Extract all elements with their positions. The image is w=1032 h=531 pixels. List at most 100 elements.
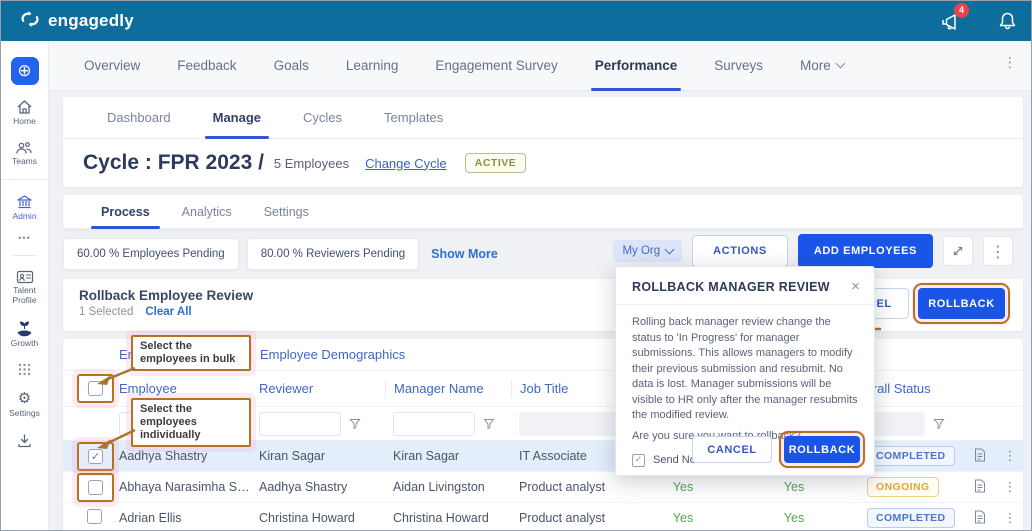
table-row[interactable]: Abhaya Narasimha Shastr... Aadhya Shastr… bbox=[63, 472, 1023, 503]
send-notification-checkbox[interactable]: ✓ bbox=[632, 454, 645, 467]
nav-learning[interactable]: Learning bbox=[346, 41, 399, 91]
page-title: Cycle : FPR 2023 / bbox=[83, 151, 264, 175]
nav-performance[interactable]: Performance bbox=[595, 41, 678, 91]
annotation-arrow bbox=[93, 427, 137, 451]
sidebar-divider bbox=[1, 179, 49, 180]
cycle-status-badge: ACTIVE bbox=[465, 153, 527, 173]
actions-button[interactable]: ACTIONS bbox=[692, 235, 788, 267]
rollback-bar-rollback-button[interactable]: ROLLBACK bbox=[918, 288, 1005, 319]
tab-manage[interactable]: Manage bbox=[213, 97, 261, 139]
performance-header-card: Dashboard Manage Cycles Templates Cycle … bbox=[63, 97, 1023, 187]
column-header-manager-name[interactable]: Manager Name bbox=[385, 380, 511, 398]
change-cycle-link[interactable]: Change Cycle bbox=[365, 156, 447, 171]
tab-cycles[interactable]: Cycles bbox=[303, 97, 342, 139]
employee-count: 5 Employees bbox=[274, 156, 349, 171]
add-employees-button[interactable]: ADD EMPLOYEES bbox=[798, 234, 933, 268]
filter-funnel-icon[interactable] bbox=[933, 418, 945, 430]
status-badge: COMPLETED bbox=[867, 446, 955, 466]
sidebar-apps-grid-button[interactable] bbox=[18, 363, 31, 376]
create-button[interactable]: ⊕ bbox=[11, 57, 39, 85]
download-icon bbox=[17, 433, 32, 448]
nav-more[interactable]: More bbox=[800, 41, 844, 91]
scope-dropdown[interactable]: My Org bbox=[613, 240, 682, 262]
reviewer-filter-input[interactable] bbox=[259, 412, 341, 436]
annotation-individual-select: Select the employees individually bbox=[131, 398, 251, 447]
job-title: Product analyst bbox=[511, 480, 633, 494]
annotation-bulk-select: Select the employees in bulk bbox=[131, 335, 251, 371]
chevron-down-icon bbox=[835, 59, 845, 69]
sidebar-item-label: Settings bbox=[9, 409, 40, 419]
filter-funnel-icon[interactable] bbox=[349, 418, 361, 430]
tab-dashboard[interactable]: Dashboard bbox=[107, 97, 171, 139]
sidebar-item-label: Growth bbox=[11, 339, 38, 349]
brand-logo[interactable]: engagedly bbox=[19, 8, 134, 35]
review-document-icon[interactable] bbox=[974, 510, 986, 524]
modal-rollback-button[interactable]: ROLLBACK bbox=[784, 436, 860, 463]
status-badge: COMPLETED bbox=[867, 508, 955, 528]
talent-profile-card-icon bbox=[16, 270, 34, 284]
sidebar-item-talent-profile[interactable]: Talent Profile bbox=[1, 270, 48, 306]
stat-reviewers-pending: 80.00 % Reviewers Pending bbox=[247, 238, 419, 270]
reviewer-name: Kiran Sagar bbox=[251, 449, 385, 463]
job-title: Product analyst bbox=[511, 511, 633, 525]
sidebar-item-growth[interactable]: Growth bbox=[11, 320, 38, 349]
table-row[interactable]: Adrian Ellis Christina Howard Christina … bbox=[63, 503, 1023, 531]
performance-subtabs: Dashboard Manage Cycles Templates bbox=[63, 97, 1023, 139]
manager-name: Christina Howard bbox=[385, 511, 511, 525]
employee-name: Aadhya Shastry bbox=[111, 449, 251, 463]
notifications-bell-button[interactable] bbox=[998, 11, 1017, 31]
nav-engagement-survey[interactable]: Engagement Survey bbox=[435, 41, 557, 91]
review-document-icon[interactable] bbox=[974, 448, 986, 462]
chevron-down-icon bbox=[665, 244, 675, 254]
tab-process[interactable]: Process bbox=[101, 195, 150, 229]
sidebar-download-button[interactable] bbox=[17, 433, 32, 448]
close-icon[interactable]: × bbox=[851, 279, 860, 294]
nav-feedback[interactable]: Feedback bbox=[177, 41, 236, 91]
sidebar-more-button[interactable]: ••• bbox=[18, 233, 30, 243]
settings-gear-icon: ⚙ bbox=[18, 390, 31, 407]
nav-goals[interactable]: Goals bbox=[274, 41, 309, 91]
row-kebab-button[interactable]: ⋮ bbox=[997, 449, 1023, 464]
row-kebab-button[interactable]: ⋮ bbox=[997, 480, 1023, 495]
brand-name: engagedly bbox=[48, 11, 134, 31]
growth-plant-icon bbox=[15, 320, 34, 337]
row-checkbox[interactable] bbox=[87, 509, 102, 524]
sidebar-item-settings[interactable]: ⚙ Settings bbox=[9, 390, 40, 419]
column-header-reviewer[interactable]: Reviewer bbox=[251, 381, 385, 396]
modal-cancel-button[interactable]: CANCEL bbox=[692, 436, 772, 463]
employee-name: Adrian Ellis bbox=[111, 511, 251, 525]
row-checkbox[interactable] bbox=[88, 480, 103, 495]
sidebar-item-label: Teams bbox=[12, 157, 37, 167]
nav-kebab-button[interactable]: ⋮ bbox=[1003, 55, 1017, 71]
stats-toolbar-row: 60.00 % Employees Pending 80.00 % Review… bbox=[63, 229, 1023, 279]
sidebar-item-home[interactable]: Home bbox=[13, 99, 36, 127]
clear-all-link[interactable]: Clear All bbox=[145, 306, 191, 318]
flag-yes: Yes bbox=[633, 480, 733, 494]
row-checkbox-highlight bbox=[77, 473, 114, 502]
row-kebab-button[interactable]: ⋮ bbox=[997, 511, 1023, 526]
annotation-arrow bbox=[93, 365, 137, 387]
review-document-icon[interactable] bbox=[974, 479, 986, 493]
tab-templates[interactable]: Templates bbox=[384, 97, 443, 139]
sidebar-item-label: Admin bbox=[12, 212, 36, 222]
reviewer-name: Christina Howard bbox=[251, 511, 385, 525]
flag-yes: Yes bbox=[633, 511, 733, 525]
manager-filter-input[interactable] bbox=[393, 412, 475, 436]
tab-analytics[interactable]: Analytics bbox=[182, 195, 232, 229]
sidebar-item-admin[interactable]: Admin bbox=[12, 194, 36, 222]
show-more-link[interactable]: Show More bbox=[431, 247, 498, 261]
nav-surveys[interactable]: Surveys bbox=[714, 41, 763, 91]
nav-overview[interactable]: Overview bbox=[84, 41, 140, 91]
flag-yes: Yes bbox=[733, 511, 855, 525]
selected-count: 1 Selected bbox=[79, 306, 133, 318]
sidebar-item-teams[interactable]: Teams bbox=[12, 141, 37, 167]
announcements-button[interactable]: 4 bbox=[941, 12, 962, 31]
expand-button[interactable] bbox=[943, 236, 973, 266]
expand-arrows-icon bbox=[951, 244, 965, 258]
tab-settings[interactable]: Settings bbox=[264, 195, 309, 229]
engagedly-swirl-icon bbox=[19, 8, 41, 35]
modal-body-text: Rolling back manager review change the s… bbox=[616, 305, 874, 424]
toolbar-kebab-button[interactable]: ⋮ bbox=[983, 236, 1013, 266]
rollback-manager-review-modal: ROLLBACK MANAGER REVIEW × Rolling back m… bbox=[615, 266, 875, 476]
filter-funnel-icon[interactable] bbox=[483, 418, 495, 430]
